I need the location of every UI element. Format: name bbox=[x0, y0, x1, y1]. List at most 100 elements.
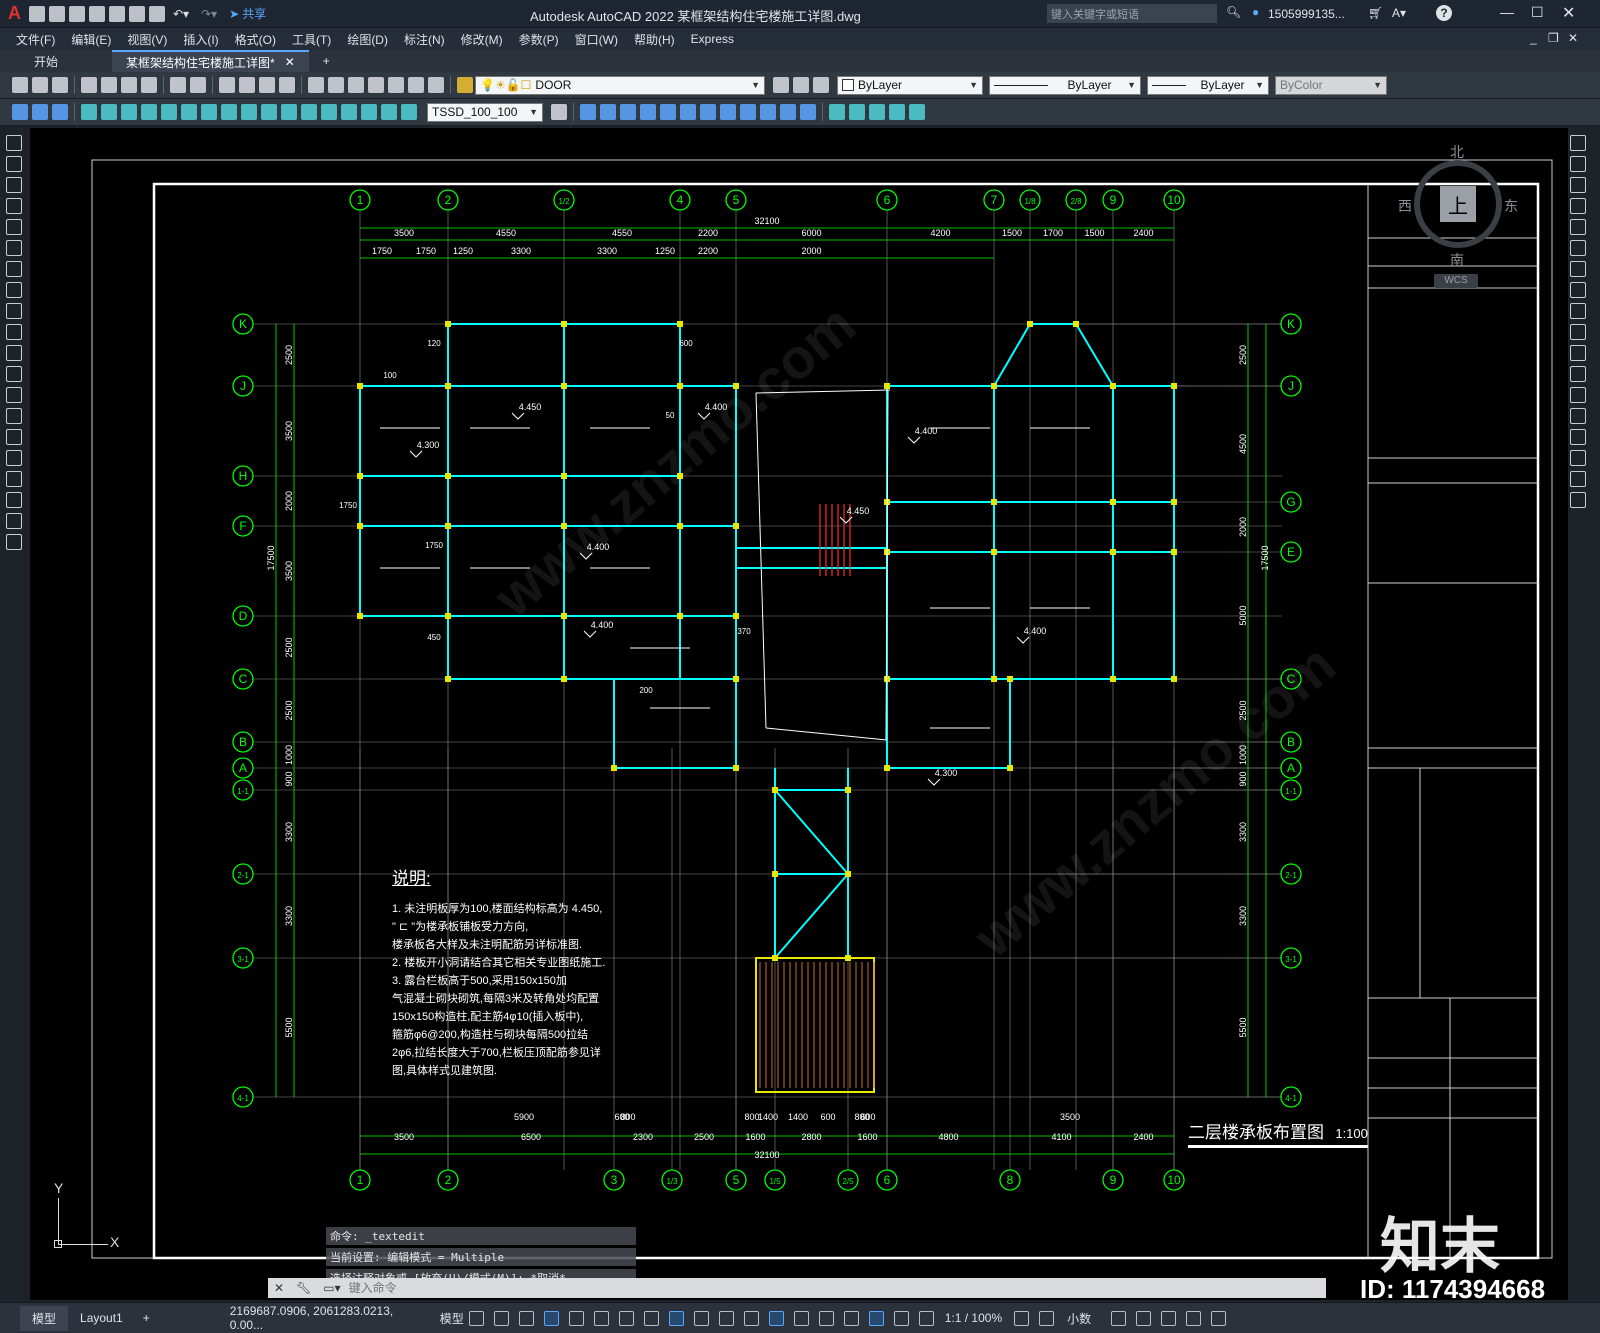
ortho-icon[interactable] bbox=[568, 1310, 584, 1326]
object-snap-icon[interactable] bbox=[668, 1310, 684, 1326]
drawing-canvas[interactable]: 1 2 1/2 4 5 6 7 1/8 2/8 9 10 1 2 3 1/3 5 1/5 2/5 6 8 9 10 K J H F… bbox=[30, 128, 1568, 1300]
redo-icon[interactable]: ↷▾ bbox=[201, 7, 217, 21]
transparency-icon[interactable] bbox=[718, 1310, 734, 1326]
close-cmdline-icon[interactable]: ✕ bbox=[274, 1281, 284, 1295]
extend-icon[interactable] bbox=[1570, 345, 1586, 361]
angular-icon[interactable] bbox=[161, 104, 177, 120]
linetype-dropdown[interactable]: ByLayer ▼ bbox=[989, 75, 1141, 95]
ellipse-icon[interactable] bbox=[6, 324, 22, 340]
workspace-icon[interactable] bbox=[1014, 1310, 1030, 1326]
arc-length-icon[interactable] bbox=[52, 104, 68, 120]
cart-icon[interactable]: 🛒︎ bbox=[1368, 6, 1383, 20]
undo-icon[interactable] bbox=[170, 77, 186, 93]
customize-status-icon[interactable] bbox=[1211, 1310, 1227, 1326]
selection-filter-icon[interactable] bbox=[818, 1310, 834, 1326]
dim-edit-icon[interactable] bbox=[361, 104, 377, 120]
dynamic-ucs-icon[interactable] bbox=[793, 1310, 809, 1326]
break-point-icon[interactable] bbox=[1570, 366, 1586, 382]
isolate-icon[interactable] bbox=[1136, 1310, 1152, 1326]
menu-item[interactable]: 编辑(E) bbox=[63, 31, 119, 48]
3d-print-icon[interactable] bbox=[141, 77, 157, 93]
design-center-icon[interactable] bbox=[328, 77, 344, 93]
presspull-icon[interactable] bbox=[640, 104, 656, 120]
selection-cycling-icon[interactable] bbox=[743, 1310, 759, 1326]
tolerance-icon[interactable] bbox=[281, 104, 297, 120]
markup-icon[interactable] bbox=[388, 77, 404, 93]
save-icon[interactable] bbox=[52, 77, 68, 93]
plotstyle-dropdown[interactable]: ByColor ▼ bbox=[1275, 75, 1387, 95]
snap-icon[interactable] bbox=[493, 1310, 509, 1326]
menu-item[interactable]: 文件(F) bbox=[8, 31, 63, 48]
annotation-scale-value[interactable]: 1:1 / 100% bbox=[945, 1311, 1002, 1325]
offset-icon[interactable] bbox=[1570, 198, 1586, 214]
dim-text-edit-icon[interactable] bbox=[381, 104, 397, 120]
quick-properties-icon[interactable] bbox=[1111, 1310, 1127, 1326]
explode-icon[interactable] bbox=[1570, 492, 1586, 508]
arc-icon[interactable] bbox=[6, 240, 22, 256]
layer-dropdown[interactable]: 💡☀🔓☐ DOOR ▼ bbox=[475, 75, 765, 95]
loft-icon[interactable] bbox=[700, 104, 716, 120]
dimstyle-manager-icon[interactable] bbox=[551, 104, 567, 120]
polyline-icon[interactable] bbox=[6, 177, 22, 193]
dynamic-input-icon[interactable] bbox=[543, 1310, 559, 1326]
slice-icon[interactable] bbox=[780, 104, 796, 120]
help-icon[interactable] bbox=[428, 77, 444, 93]
units-value[interactable]: 小数 bbox=[1067, 1310, 1091, 1327]
annotation-visibility-icon[interactable] bbox=[868, 1310, 884, 1326]
aligned-dim-icon[interactable] bbox=[32, 104, 48, 120]
tab-drawing[interactable]: 某框架结构住宅楼施工详图* ✕ bbox=[112, 50, 309, 72]
calculator-icon[interactable] bbox=[408, 77, 424, 93]
menu-item[interactable]: 插入(I) bbox=[175, 31, 226, 48]
doc-restore-icon[interactable]: ❐ bbox=[1548, 31, 1559, 45]
grid-icon[interactable] bbox=[468, 1310, 484, 1326]
mirror-icon[interactable] bbox=[1570, 177, 1586, 193]
extrude-icon[interactable] bbox=[620, 104, 636, 120]
menu-item[interactable]: 标注(N) bbox=[396, 31, 453, 48]
compass-north[interactable]: 北 bbox=[1450, 142, 1464, 162]
compass-east[interactable]: 东 bbox=[1504, 196, 1518, 216]
linear-dim-icon[interactable] bbox=[12, 104, 28, 120]
plot-icon[interactable] bbox=[149, 5, 165, 22]
user-name[interactable]: 1505999135... bbox=[1268, 7, 1345, 21]
hardware-accel-icon[interactable] bbox=[1161, 1310, 1177, 1326]
tab-layout1[interactable]: Layout1 bbox=[68, 1307, 135, 1329]
menu-item[interactable]: 视图(V) bbox=[119, 31, 175, 48]
radius-icon[interactable] bbox=[101, 104, 117, 120]
array-icon[interactable] bbox=[1570, 219, 1586, 235]
color-dropdown[interactable]: ByLayer ▼ bbox=[837, 75, 983, 95]
dim-break-icon[interactable] bbox=[261, 104, 277, 120]
new-icon[interactable] bbox=[12, 77, 28, 93]
command-input[interactable] bbox=[346, 1280, 1251, 1296]
account-icon[interactable]: A▾ bbox=[1392, 6, 1406, 20]
lineweight-dropdown[interactable]: ByLayer ▼ bbox=[1147, 75, 1269, 95]
share-button[interactable]: 共享 bbox=[242, 5, 266, 22]
zoom-previous-icon[interactable] bbox=[279, 77, 295, 93]
layer-properties-icon[interactable] bbox=[457, 77, 473, 93]
coordinates-display[interactable]: 2169687.0906, 2061283.0213, 0.00... bbox=[230, 1304, 430, 1332]
menu-item[interactable]: Express bbox=[683, 32, 742, 46]
polar-icon[interactable] bbox=[593, 1310, 609, 1326]
spline-icon[interactable] bbox=[6, 303, 22, 319]
tool-palettes-icon[interactable] bbox=[348, 77, 364, 93]
search-box[interactable]: 键入关键字或短语 bbox=[1047, 4, 1217, 23]
close-icon[interactable]: ✕ bbox=[1562, 3, 1575, 23]
doc-close-icon[interactable]: ✕ bbox=[1568, 31, 1578, 45]
viewcube-top-face[interactable]: 上 bbox=[1440, 186, 1476, 222]
blend-icon[interactable] bbox=[1570, 471, 1586, 487]
ellipse-arc-icon[interactable] bbox=[6, 345, 22, 361]
move-icon[interactable] bbox=[1570, 240, 1586, 256]
union-icon[interactable] bbox=[720, 104, 736, 120]
infer-constraints-icon[interactable] bbox=[518, 1310, 534, 1326]
open-icon[interactable] bbox=[32, 77, 48, 93]
region-icon[interactable] bbox=[6, 471, 22, 487]
search-input[interactable]: 键入关键字或短语 bbox=[1051, 6, 1139, 22]
view-icon[interactable] bbox=[889, 104, 905, 120]
menu-item[interactable]: 参数(P) bbox=[511, 31, 567, 48]
save-as-icon[interactable] bbox=[89, 5, 105, 22]
print-icon[interactable] bbox=[81, 77, 97, 93]
center-mark-icon[interactable] bbox=[301, 104, 317, 120]
model-space-button[interactable]: 模型 bbox=[440, 1310, 464, 1327]
point-icon[interactable] bbox=[6, 408, 22, 424]
menu-item[interactable]: 修改(M) bbox=[453, 31, 511, 48]
join-icon[interactable] bbox=[1570, 408, 1586, 424]
